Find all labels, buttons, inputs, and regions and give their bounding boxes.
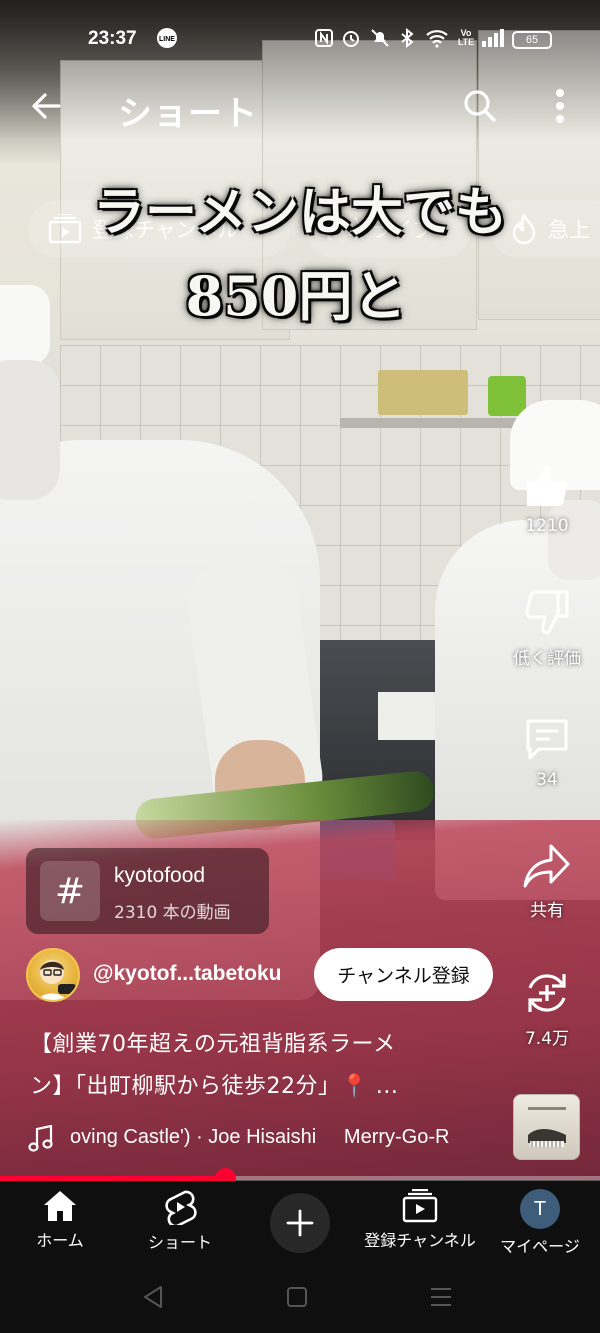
arrow-left-icon <box>32 93 61 119</box>
green-container <box>488 376 526 416</box>
bluetooth-icon <box>398 27 416 49</box>
cook-face-mask <box>0 360 60 500</box>
page-title: ショート <box>118 94 258 134</box>
search-icon <box>464 90 496 122</box>
nav-my-page-label: マイページ <box>500 1237 580 1256</box>
subscribe-button[interactable]: チャンネル登録 <box>314 948 493 1001</box>
line-icon: LINE <box>155 27 179 49</box>
more-vertical-icon <box>556 89 564 123</box>
hashtag-card[interactable]: # kyotofood 2310 本の動画 <box>26 848 269 934</box>
video-caption-line1: ラーメンは大でも <box>93 182 507 243</box>
piano-album-art <box>528 1107 566 1147</box>
alarm-icon <box>339 27 363 49</box>
hashtag-video-count: 2310 本の動画 <box>114 903 231 923</box>
nav-subscriptions-label: 登録チャンネル <box>364 1231 476 1250</box>
music-row[interactable]: oving Castle') · Joe Hisaishi Merry-Go-R <box>28 1125 498 1155</box>
more-options-button[interactable] <box>536 82 584 130</box>
dislike-button[interactable]: 低く評価 <box>505 588 589 669</box>
back-button[interactable] <box>22 82 70 130</box>
shorts-header: ショート <box>0 78 600 138</box>
remix-count: 7.4万 <box>524 1029 570 1049</box>
wifi-icon <box>424 27 450 49</box>
share-icon <box>523 844 570 888</box>
back-triangle-icon[interactable] <box>142 1285 164 1309</box>
nav-subscriptions[interactable]: 登録チャンネル <box>355 1189 485 1251</box>
comment-count: 34 <box>536 770 558 790</box>
nav-home[interactable]: ホーム <box>0 1189 125 1251</box>
channel-avatar[interactable] <box>26 948 80 1002</box>
nav-my-page[interactable]: T マイページ <box>475 1189 600 1257</box>
home-icon <box>44 1191 76 1221</box>
share-label: 共有 <box>530 901 564 921</box>
system-navigation-bar <box>0 1265 600 1333</box>
cutting-boards <box>378 370 468 415</box>
plus-icon <box>286 1209 314 1237</box>
hashtag-name: kyotofood <box>114 864 206 887</box>
music-track-text: oving Castle') · Joe Hisaishi Merry-Go-R <box>70 1126 450 1148</box>
nav-shorts[interactable]: ショート <box>115 1189 245 1253</box>
create-button[interactable] <box>270 1193 330 1253</box>
video-caption-line2: 850円と <box>185 264 407 328</box>
album-art[interactable] <box>513 1094 580 1160</box>
thumbs-up-icon <box>527 465 568 506</box>
like-button[interactable]: 1210 <box>505 460 589 536</box>
channel-name[interactable]: @kyotof...tabetoku <box>93 962 282 986</box>
like-count: 1210 <box>525 516 569 536</box>
battery-icon: 65 <box>512 31 552 49</box>
signal-icon <box>480 27 506 49</box>
volte-icon: Vo LTE <box>457 28 475 47</box>
video-title-line1[interactable]: 【創業70年超えの元祖背脂系ラーメ <box>30 1026 396 1058</box>
svg-text:LINE: LINE <box>159 36 175 43</box>
nav-home-label: ホーム <box>36 1231 84 1250</box>
video-title-line2[interactable]: ン】「出町柳駅から徒歩22分」📍 ... <box>30 1068 398 1100</box>
comment-icon <box>526 719 568 760</box>
comments-button[interactable]: 34 <box>505 716 589 790</box>
mute-icon <box>368 27 392 49</box>
user-avatar: T <box>520 1189 560 1229</box>
hashtag-icon: # <box>40 861 100 921</box>
music-note-icon <box>28 1125 53 1152</box>
recents-menu-icon[interactable] <box>430 1287 452 1307</box>
status-bar: 23:37 LINE Vo LTE 65 <box>0 0 600 78</box>
thumbs-down-icon <box>525 590 569 635</box>
home-square-icon[interactable] <box>286 1286 308 1308</box>
nav-shorts-label: ショート <box>147 1233 212 1252</box>
bottom-navigation: ホーム ショート 登録チャンネル T マイページ <box>0 1181 600 1265</box>
remix-icon <box>528 974 566 1012</box>
share-button[interactable]: 共有 <box>505 842 589 921</box>
subscriptions-icon <box>402 1189 438 1223</box>
remix-button[interactable]: 7.4万 <box>505 968 589 1049</box>
shorts-icon <box>165 1190 197 1225</box>
status-time: 23:37 <box>88 28 137 49</box>
search-button[interactable] <box>456 82 504 130</box>
dislike-label: 低く評価 <box>513 649 581 669</box>
nfc-icon <box>313 27 335 49</box>
